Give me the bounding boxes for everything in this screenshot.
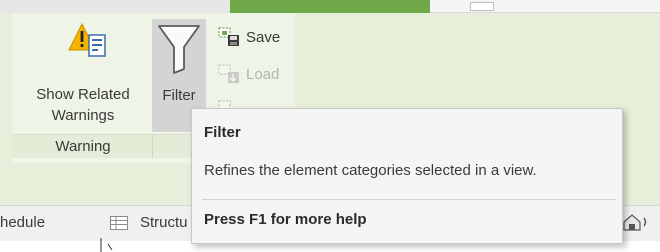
- label-line-1: Show Related: [36, 86, 130, 103]
- house-icon[interactable]: [622, 212, 648, 232]
- filter-label: Filter: [162, 87, 196, 104]
- load-selection-label: Load: [246, 66, 280, 83]
- drawing-area-line-mark: [100, 238, 113, 252]
- top-tab-strip: [0, 0, 660, 13]
- load-selection-icon: [218, 64, 239, 83]
- tooltip-help-hint: Press F1 for more help: [204, 211, 367, 228]
- show-related-warnings-label: Show Related Warnings: [20, 84, 146, 126]
- tooltip-divider: [202, 199, 616, 200]
- show-related-warnings-button[interactable]: Show Related Warnings: [20, 16, 146, 134]
- warning-group-label: Warning: [55, 138, 111, 155]
- tooltip-title: Filter: [204, 124, 241, 141]
- group-separator: [152, 134, 153, 158]
- schedule-icon: [110, 216, 128, 230]
- funnel-icon: [158, 25, 200, 74]
- tab-schedule[interactable]: hedule: [0, 214, 45, 231]
- tooltip-description: Refines the element categories selected …: [204, 162, 537, 179]
- save-selection-label[interactable]: Save: [246, 29, 280, 46]
- save-selection-icon[interactable]: [218, 27, 240, 47]
- filter-tooltip: Filter Refines the element categories se…: [191, 108, 623, 244]
- label-line-2: Warnings: [51, 107, 115, 124]
- warning-icon: [68, 22, 106, 57]
- tab-structural[interactable]: Structu: [140, 214, 194, 231]
- active-contextual-tab[interactable]: [230, 0, 430, 13]
